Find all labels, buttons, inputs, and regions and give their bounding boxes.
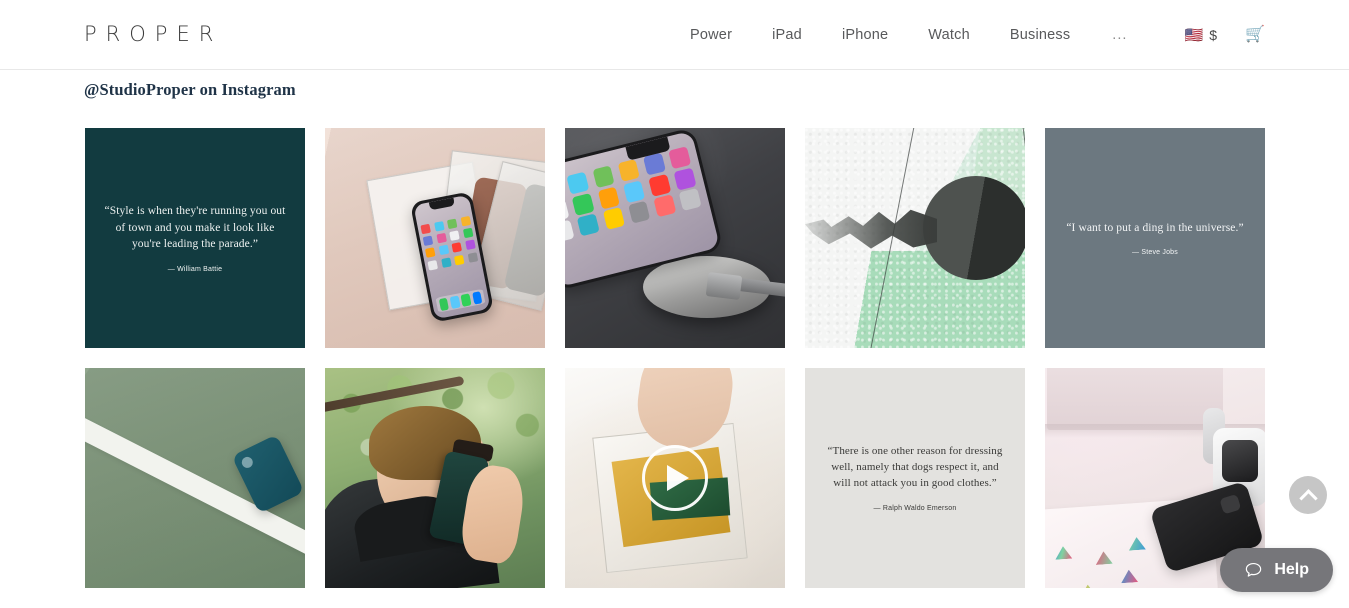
instagram-tile-quote-emerson[interactable]: “There is one other reason for dressing …: [805, 368, 1025, 588]
header-utilities: 🇺🇸 $ 🛒: [1185, 0, 1265, 70]
us-flag-icon: 🇺🇸: [1184, 26, 1204, 44]
plug-shape: [705, 272, 743, 300]
currency-symbol: $: [1209, 27, 1218, 43]
quote-text: “There is one other reason for dressing …: [827, 445, 1003, 489]
instagram-tile-quote-jobs[interactable]: “I want to put a ding in the universe.” …: [1045, 128, 1265, 348]
quote-text: “I want to put a ding in the universe.”: [1066, 221, 1244, 234]
instagram-tile-video-pouch[interactable]: [565, 368, 785, 588]
quote-author: — William Battie: [167, 266, 223, 273]
help-label: Help: [1274, 561, 1309, 578]
instagram-tile-photo-man-calling[interactable]: [325, 368, 545, 588]
nav-item-watch[interactable]: Watch: [908, 27, 990, 43]
monitor-shape: [1047, 368, 1223, 430]
chevron-up-icon: [1298, 488, 1318, 508]
currency-selector[interactable]: 🇺🇸 $: [1185, 27, 1217, 43]
quote-text: “Style is when they're running you out o…: [104, 204, 286, 251]
speech-bubble-icon: [1246, 562, 1262, 577]
help-button[interactable]: Help: [1220, 548, 1333, 592]
instagram-tile-photo-cases-on-wood[interactable]: [325, 128, 545, 348]
instagram-tile-photo-wireless-charger[interactable]: [565, 128, 785, 348]
play-icon[interactable]: [642, 445, 708, 511]
nav-item-more-menu[interactable]: ...: [1090, 27, 1149, 43]
quote-author: — Ralph Waldo Emerson: [873, 504, 957, 512]
nav-item-ipad[interactable]: iPad: [752, 27, 822, 43]
instagram-feed-heading: @StudioProper on Instagram: [84, 80, 296, 99]
nav-item-business[interactable]: Business: [990, 27, 1090, 43]
nav-item-power[interactable]: Power: [690, 27, 752, 43]
dark-circle-shape: [923, 176, 1025, 280]
instagram-tile-photo-abstract-texture[interactable]: [805, 128, 1025, 348]
brand-logo[interactable]: PROPER: [84, 24, 222, 45]
instagram-feed-grid: “Style is when they're running you out o…: [85, 128, 1349, 588]
scroll-to-top-button[interactable]: [1289, 476, 1327, 514]
shopping-cart-icon[interactable]: 🛒: [1245, 27, 1265, 43]
nav-item-iphone[interactable]: iPhone: [822, 27, 908, 43]
site-header: PROPER Power iPad iPhone Watch Business …: [0, 0, 1349, 70]
main-navigation: Power iPad iPhone Watch Business ...: [690, 0, 1149, 70]
instagram-tile-quote-battie[interactable]: “Style is when they're running you out o…: [85, 128, 305, 348]
instagram-tile-photo-tennis-court[interactable]: [85, 368, 305, 588]
quote-author: — Steve Jobs: [1132, 249, 1178, 257]
